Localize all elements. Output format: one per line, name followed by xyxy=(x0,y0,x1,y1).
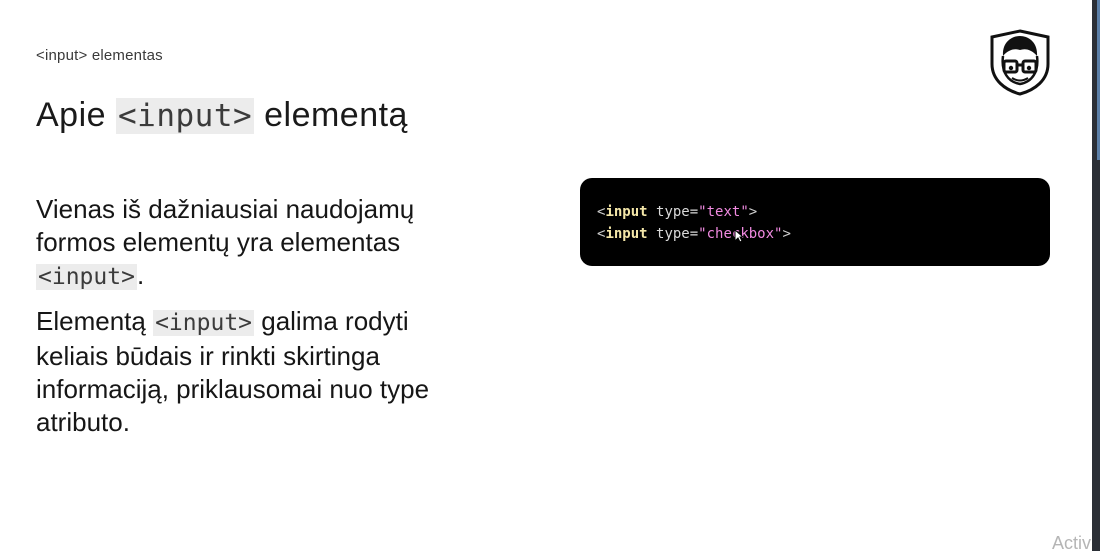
code-token-punct: > xyxy=(748,204,758,220)
code-token-punct: > xyxy=(782,226,791,242)
activation-watermark: Activ xyxy=(1052,533,1092,551)
code-token-attr: type= xyxy=(647,226,699,242)
code-line: <input type="text"> xyxy=(597,201,791,223)
paragraph-details-before: Elementą xyxy=(36,306,154,336)
paragraph-intro-code: <input> xyxy=(36,264,137,290)
code-example-block: <input type="text"><input type="checkbox… xyxy=(580,178,1050,266)
mouse-pointer-icon xyxy=(734,229,744,243)
title-text-after: elementą xyxy=(254,96,408,134)
paragraph-details-code: <input> xyxy=(153,310,255,336)
paragraph-intro-end: . xyxy=(136,260,145,290)
code-lines: <input type="text"><input type="checkbox… xyxy=(597,201,791,245)
code-token-tag: input xyxy=(605,204,648,220)
code-line: <input type="checkbox"> xyxy=(597,223,791,245)
breadcrumb: <input> elementas xyxy=(36,47,163,64)
code-token-attr: type= xyxy=(647,204,699,220)
code-token-tag: input xyxy=(605,226,648,242)
code-token-string: "text" xyxy=(698,204,749,220)
title-text-before: Apie xyxy=(36,96,116,134)
slide: <input> elementas Apie <input> elementą … xyxy=(0,0,1092,551)
paragraph-details: Elementą <input> galima rodyti keliais b… xyxy=(36,305,476,439)
paragraph-intro-text: Vienas iš dažniausiai naudojamų formos e… xyxy=(36,194,415,257)
title-inline-code: <input> xyxy=(116,98,255,134)
nerd-glasses-shield-icon xyxy=(990,29,1050,96)
paragraph-intro: Vienas iš dažniausiai naudojamų formos e… xyxy=(36,193,476,294)
window-edge xyxy=(1092,0,1100,551)
page-title: Apie <input> elementą xyxy=(36,92,408,139)
